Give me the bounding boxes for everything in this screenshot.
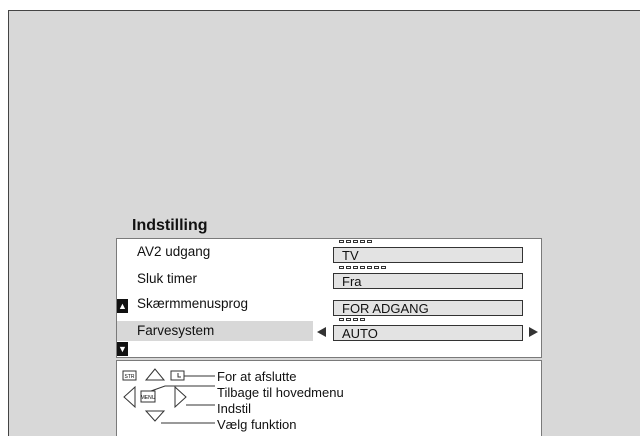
value-osd-language[interactable]: FOR ADGANG (333, 300, 523, 316)
menu-item-color-system[interactable]: Farvesystem (137, 322, 214, 340)
level-dots-av2 (339, 240, 372, 245)
value-av2-output[interactable]: TV (333, 247, 523, 263)
settings-panel: AV2 udgang TV Sluk timer Fra ▲ Skærmmenu… (116, 238, 542, 358)
scroll-up-icon[interactable]: ▲ (117, 299, 128, 313)
menu-item-osd-language[interactable]: Skærmmenusprog (137, 295, 248, 313)
remote-keys-icon: STR MENU (122, 368, 215, 424)
arrow-left-icon[interactable] (317, 327, 326, 337)
level-dots-sleep (339, 266, 386, 271)
help-back-label: Tilbage til hovedmenu (217, 385, 344, 400)
help-legend: STR MENU For at afslutte Tilbage til hov… (116, 360, 542, 436)
svg-text:STR: STR (125, 374, 135, 380)
svg-text:MENU: MENU (141, 395, 156, 401)
menu-item-av2-output[interactable]: AV2 udgang (137, 243, 210, 261)
help-exit-label: For at afslutte (217, 369, 297, 384)
value-color-system[interactable]: AUTO (333, 325, 523, 341)
menu-title: Indstilling (116, 212, 270, 239)
value-sleep-timer[interactable]: Fra (333, 273, 523, 289)
menu-item-sleep-timer[interactable]: Sluk timer (137, 270, 197, 288)
level-dots-color (339, 318, 365, 323)
help-select-label: Vælg funktion (217, 417, 297, 432)
arrow-right-icon[interactable] (529, 327, 538, 337)
help-adjust-label: Indstil (217, 401, 251, 416)
scroll-down-icon[interactable]: ▼ (117, 342, 128, 356)
